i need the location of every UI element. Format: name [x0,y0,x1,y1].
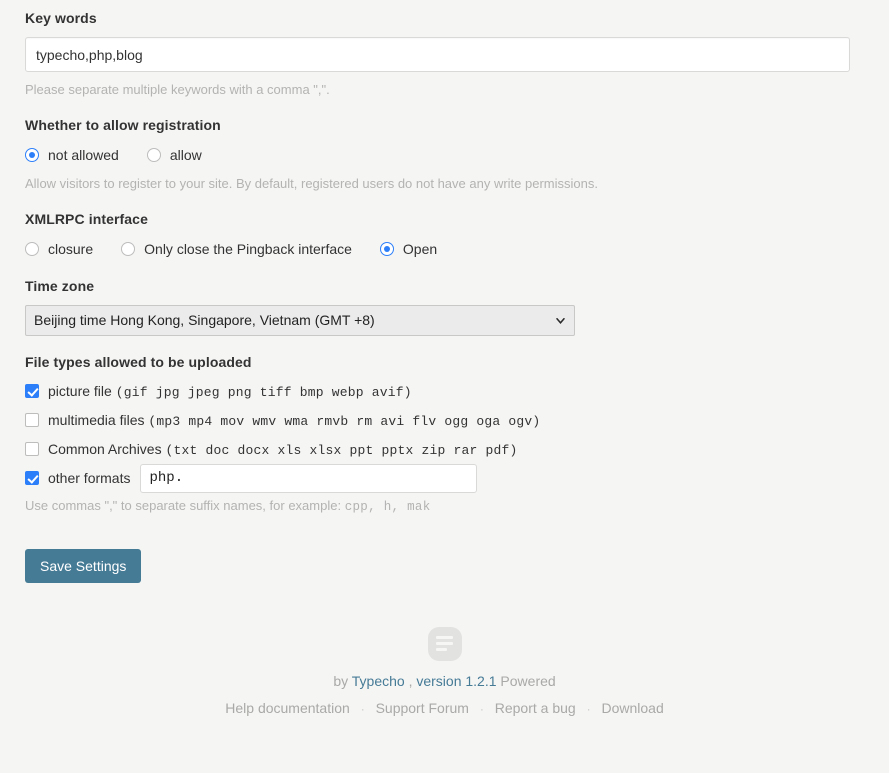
filetypes-label: File types allowed to be uploaded [25,354,252,371]
radio-label: closure [48,241,94,258]
radio-registration-allow[interactable]: allow [146,144,202,166]
settings-form: Key words Please separate multiple keywo… [0,0,889,736]
filetypes-field: File types allowed to be uploaded pictur… [25,354,864,517]
radio-mark-icon [25,242,39,257]
extensions-list: (txt doc docx xls xlsx ppt pptx zip rar … [165,442,518,458]
powered-by-line: by Typecho , version 1.2.1 Powered [25,673,864,689]
powered-by-prefix: by [333,672,349,689]
checkbox-icon[interactable] [25,471,39,486]
radio-label: Only close the Pingback interface [144,241,352,258]
xmlrpc-label: XMLRPC interface [25,211,148,228]
timezone-select-wrap: Beijing time Hong Kong, Singapore, Vietn… [25,305,575,337]
timezone-field: Time zone Beijing time Hong Kong, Singap… [25,278,864,337]
checkbox-row-other-formats[interactable]: other formats [25,463,864,493]
radio-label: allow [169,147,202,164]
radio-label: not allowed [48,147,119,164]
extensions-list: (gif jpg jpeg png tiff bmp webp avif) [115,384,412,400]
footer-links: Help documentation · Support Forum · Rep… [25,700,864,716]
radio-xmlrpc-open[interactable]: Open [379,238,438,260]
radio-mark-icon [379,242,394,257]
keywords-hint: Please separate multiple keywords with a… [25,82,330,97]
typecho-link[interactable]: Typecho [352,673,405,689]
checkbox-icon[interactable] [25,442,39,457]
powered-suffix: Powered [500,672,556,689]
registration-radio-group: not allowed allow [25,144,864,166]
keywords-field: Key words Please separate multiple keywo… [25,10,864,99]
radio-mark-icon [25,148,39,163]
radio-mark-icon [146,148,161,163]
xmlrpc-radio-group: closure Only close the Pingback interfac… [25,238,864,260]
checkbox-icon[interactable] [25,413,39,428]
checkbox-row-common-archives[interactable]: Common Archives (txt doc docx xls xlsx p… [25,439,864,459]
extensions-list: (mp3 mp4 mov wmv wma rmvb rm avi flv ogg… [148,413,541,429]
link-separator: · [360,702,365,717]
xmlrpc-field: XMLRPC interface closure Only close the … [25,211,864,260]
timezone-label: Time zone [25,278,95,295]
checkbox-label: Common Archives (txt doc docx xls xlsx p… [48,441,518,458]
link-separator: · [586,702,591,717]
powered-comma: , [408,672,413,689]
checkbox-label: picture file (gif jpg jpeg png tiff bmp … [48,383,412,400]
filetypes-hint-example: cpp, h, mak [344,500,431,515]
footer: by Typecho , version 1.2.1 Powered Help … [25,626,864,736]
checkbox-label: other formats [48,470,131,487]
download-link[interactable]: Download [601,700,663,716]
checkbox-label: multimedia files (mp3 mp4 mov wmv wma rm… [48,412,540,429]
timezone-select[interactable]: Beijing time Hong Kong, Singapore, Vietn… [25,305,575,337]
checkbox-row-multimedia-files[interactable]: multimedia files (mp3 mp4 mov wmv wma rm… [25,410,864,430]
keywords-label: Key words [25,10,97,26]
registration-field: Whether to allow registration not allowe… [25,117,864,193]
checkbox-label-text: Common Archives [48,440,162,457]
support-forum-link[interactable]: Support Forum [376,700,469,716]
link-separator: · [479,702,484,717]
help-documentation-link[interactable]: Help documentation [225,700,350,716]
checkbox-icon[interactable] [25,384,39,399]
version-link[interactable]: version 1.2.1 [416,673,496,689]
checkbox-label-text: multimedia files [48,411,145,428]
registration-hint: Allow visitors to register to your site.… [25,176,598,192]
radio-xmlrpc-closure[interactable]: closure [25,238,93,260]
keywords-input[interactable] [25,37,850,72]
save-settings-button[interactable]: Save Settings [25,548,142,583]
radio-xmlrpc-pingback-only[interactable]: Only close the Pingback interface [121,238,352,260]
radio-mark-icon [121,242,136,257]
checkbox-label-text: picture file [48,382,112,399]
report-a-bug-link[interactable]: Report a bug [495,700,576,716]
checkbox-row-picture-file[interactable]: picture file (gif jpg jpeg png tiff bmp … [25,381,864,401]
typecho-logo-icon [427,626,462,661]
filetypes-hint-prefix: Use commas "," to separate suffix names,… [25,498,342,514]
filetypes-hint: Use commas "," to separate suffix names,… [25,497,864,517]
other-formats-input[interactable] [140,463,478,493]
registration-label: Whether to allow registration [25,117,221,134]
radio-registration-not-allowed[interactable]: not allowed [25,144,119,166]
radio-label: Open [402,241,438,258]
